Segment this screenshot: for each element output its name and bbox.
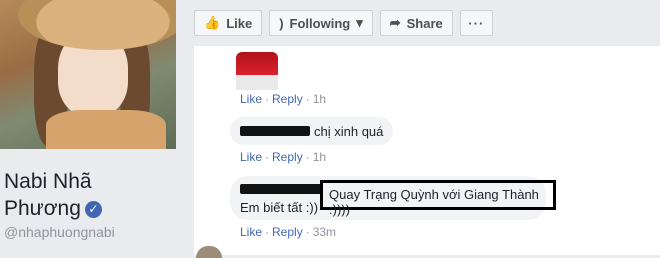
comment-1-like-link[interactable]: Like [240,92,262,106]
comment-1-actions: Like · Reply · 1h [240,92,327,106]
page-action-bar: 👍 Like ) Following ▾ ➦ Share ··· [194,10,493,38]
photo-shirt [46,110,166,149]
more-options-button[interactable]: ··· [459,10,493,36]
comment-3-reply-link[interactable]: Reply [272,225,303,239]
comments-section: Like · Reply · 1h chị xinh quá Like · Reply · 1h… [194,46,660,258]
following-button[interactable]: ) Following ▾ [269,10,373,36]
profile-name-line2: Phương [4,197,81,220]
more-options-label: ··· [468,15,485,31]
verified-badge-icon: ✓ [84,200,102,218]
thumbs-up-icon: 👍 [204,15,221,30]
caret-down-icon: ▾ [356,15,363,30]
profile-photo[interactable] [0,0,176,149]
comment-1-reply-link[interactable]: Reply [272,92,303,106]
comment-2-actions: Like · Reply · 1h [240,150,327,164]
comment-2-reply-link[interactable]: Reply [272,150,303,164]
share-button[interactable]: ➦ Share [379,10,453,36]
comment-3-like-link[interactable]: Like [240,225,262,239]
following-button-label: Following [289,15,351,31]
comment-3-highlight-box: Quay Trạng Quỳnh với Giang Thành :)))) [320,180,556,217]
comment-sticker-image[interactable] [236,52,278,90]
rss-icon: ) [279,15,284,31]
profile-sidebar: Nabi Nhã Phương ✓ @nhaphuongnabi [0,0,182,255]
like-button-label: Like [226,15,253,31]
share-button-label: Share [406,15,443,31]
comment-3-text-line2: Em biết tất :)) [240,200,319,215]
comment-2-timestamp[interactable]: 1h [313,150,326,164]
comment-2-author-redacted[interactable] [240,126,310,136]
like-button[interactable]: 👍 Like [194,10,263,36]
comment-3-actions: Like · Reply · 33m [240,225,337,239]
profile-name[interactable]: Nabi Nhã Phương ✓ [4,168,102,222]
next-comment-avatar[interactable] [196,246,222,258]
comment-1-timestamp[interactable]: 1h [313,92,326,106]
comment-3-author-redacted[interactable] [240,184,322,194]
share-arrow-icon: ➦ [389,15,401,30]
profile-handle[interactable]: @nhaphuongnabi [4,224,115,240]
comment-2-bubble: chị xinh quá [230,117,394,145]
comment-3-timestamp[interactable]: 33m [313,225,336,239]
comment-2-text: chị xinh quá [314,123,384,139]
profile-name-line1: Nabi Nhã [4,170,92,193]
comment-2-like-link[interactable]: Like [240,150,262,164]
